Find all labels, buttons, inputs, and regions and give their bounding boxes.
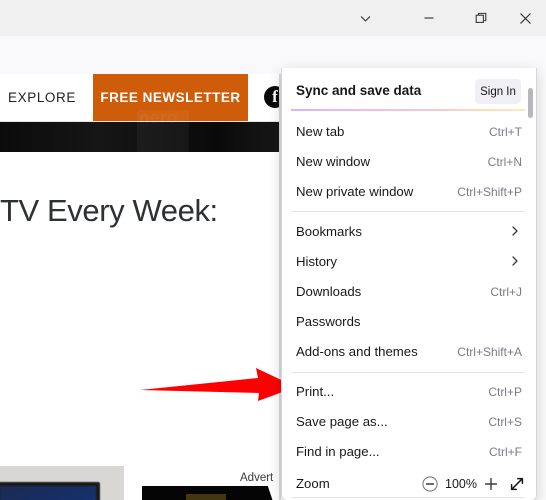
menu-item-label: New window [296,154,371,169]
menu-item-shortcut: Ctrl+F [489,445,522,459]
sync-title: Sync and save data [296,83,422,98]
menu-scrollbar[interactable] [525,68,536,500]
zoom-in-button[interactable] [481,474,501,494]
menu-item-bookmarks[interactable]: Bookmarks [282,218,536,248]
advert-thumbnail[interactable] [142,486,290,500]
menu-item-label: Save page as... [296,414,388,429]
page-headline: TV Every Week: [0,193,218,228]
menu-separator [291,497,527,498]
menu-item-new-tab[interactable]: New tab Ctrl+T [282,118,536,148]
menu-item-label: New tab [296,124,345,139]
menu-item-label: Downloads [296,284,362,299]
app-menu-panel: Sync and save data Sign In New tab Ctrl+… [281,68,537,500]
page-scrollbar[interactable] [536,74,546,500]
menu-item-new-private-window[interactable]: New private window Ctrl+Shift+P [282,178,536,208]
nav-item-explore[interactable]: EXPLORE [8,74,76,121]
menu-item-label: Find in page... [296,444,380,459]
menu-scrollbar-thumb[interactable] [528,88,533,118]
zoom-level: 100% [445,477,477,491]
menu-item-label: Print... [296,384,335,399]
tab-list-chevron-icon[interactable] [342,0,388,36]
menu-item-addons-and-themes[interactable]: Add-ons and themes Ctrl+Shift+A [282,338,536,368]
zoom-label: Zoom [296,476,330,491]
hero-ghost-text: nero [139,108,178,127]
menu-item-label: Bookmarks [296,224,362,239]
red-arrow-annotation [140,368,296,408]
menu-separator [291,211,527,212]
menu-item-find-in-page[interactable]: Find in page... Ctrl+F [282,438,536,468]
menu-item-passwords[interactable]: Passwords [282,308,536,338]
menu-item-zoom: Zoom 100% [282,468,536,500]
menu-item-label: New private window [296,184,414,199]
sign-in-button[interactable]: Sign In [475,79,521,104]
close-button[interactable] [504,0,546,36]
menu-item-save-page-as[interactable]: Save page as... Ctrl+S [282,408,536,438]
menu-item-shortcut: Ctrl+N [487,155,522,169]
menu-item-new-window[interactable]: New window Ctrl+N [282,148,536,178]
chevron-right-icon [509,225,521,237]
advert-label: Advert [240,472,274,484]
restore-button[interactable] [458,0,504,36]
menu-item-shortcut: Ctrl+Shift+P [457,185,522,199]
minimize-button[interactable] [406,0,452,36]
menu-separator [291,372,527,373]
browser-window: r-smart-tv-every-week-heres-why/ [0,0,546,500]
menu-item-history[interactable]: History [282,248,536,278]
menu-item-shortcut: Ctrl+T [489,125,522,139]
menu-item-shortcut: Ctrl+J [490,285,522,299]
tv-screen-graphic [0,482,100,500]
sync-and-save-row: Sync and save data Sign In [282,74,536,110]
menu-item-label: History [296,254,338,269]
menu-item-label: Passwords [296,314,361,329]
zoom-out-button[interactable] [420,474,440,494]
chevron-right-icon [509,255,521,267]
advert-dim-box [186,494,226,500]
menu-item-shortcut: Ctrl+P [488,385,522,399]
menu-item-label: Add-ons and themes [296,344,418,359]
menu-item-downloads[interactable]: Downloads Ctrl+J [282,278,536,308]
menu-item-shortcut: Ctrl+Shift+A [457,345,522,359]
tab-strip [0,0,320,36]
sync-gradient-divider [291,109,527,111]
menu-item-print[interactable]: Print... Ctrl+P [282,378,536,408]
menu-item-shortcut: Ctrl+S [488,415,522,429]
article-thumbnail-tv[interactable] [0,466,124,500]
title-bar [0,0,546,36]
